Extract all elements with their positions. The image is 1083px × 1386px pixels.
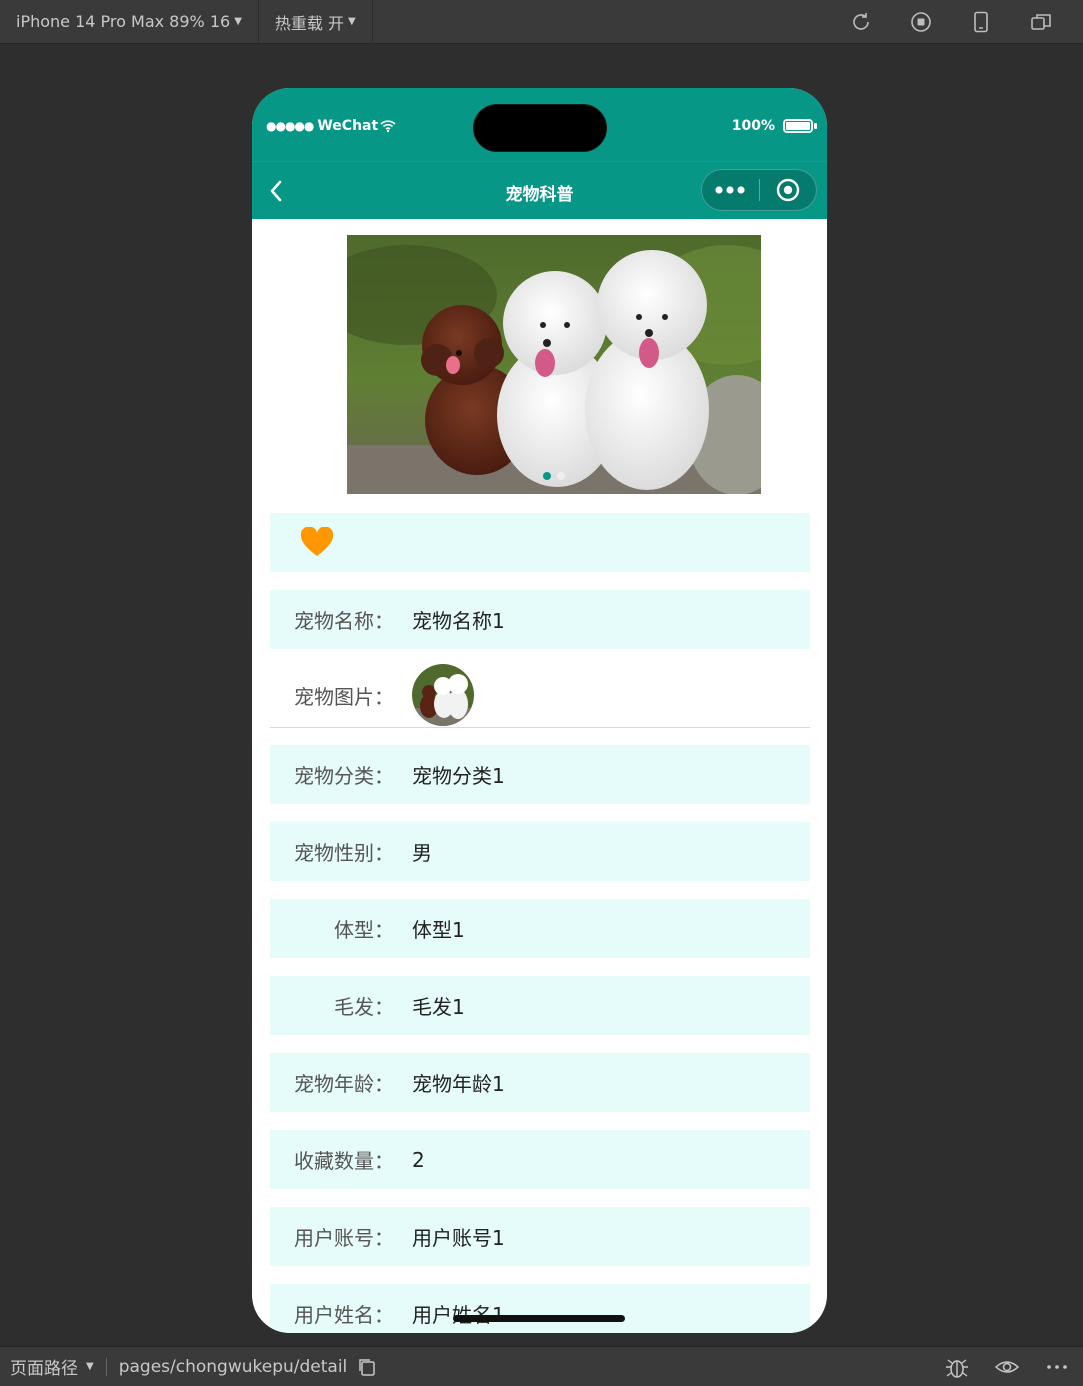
- phone-preview-icon[interactable]: [951, 0, 1011, 44]
- detail-row-pet-image: 宠物图片：: [270, 663, 810, 728]
- field-colon: ：: [374, 841, 394, 865]
- detail-row-favorite-count: 收藏数量： 2: [270, 1130, 810, 1189]
- window-detach-icon[interactable]: [1011, 0, 1071, 44]
- hot-reload-label: 热重载 开: [274, 13, 344, 33]
- chevron-down-icon: ▼: [86, 1361, 94, 1372]
- field-colon: ：: [374, 764, 394, 788]
- copy-icon[interactable]: [357, 1357, 377, 1377]
- chevron-down-icon: ▼: [347, 16, 356, 27]
- dogs-photo: [347, 235, 761, 494]
- field-value: 宠物分类1: [412, 764, 505, 788]
- stop-icon[interactable]: [891, 0, 951, 44]
- field-value: 用户账号1: [412, 1226, 505, 1250]
- detail-row-pet-gender: 宠物性别： 男: [270, 822, 810, 881]
- page-path: pages/chongwukepu/detail: [118, 1356, 348, 1377]
- field-colon: ：: [374, 1072, 394, 1096]
- status-bar: ●●●●● WeChat 100%: [252, 88, 827, 161]
- field-label: 收藏数量: [294, 1149, 374, 1173]
- battery-percent: 100%: [731, 118, 775, 134]
- phone-simulator: ●●●●● WeChat 100% 宠物科普 宠物名称 ： 宠物名称1 宠物图片…: [252, 88, 827, 1333]
- field-label: 宠物年龄: [294, 1072, 374, 1096]
- carrier: ●●●●● WeChat: [266, 118, 396, 134]
- detail-row-body-type: 体型： 体型1: [270, 899, 810, 958]
- favorite-button[interactable]: [300, 526, 334, 557]
- page-path-label: 页面路径: [10, 1359, 78, 1379]
- page-path-dropdown[interactable]: 页面路径 ▼: [0, 1354, 94, 1379]
- field-label: 用户账号: [294, 1226, 374, 1250]
- more-icon[interactable]: [1043, 1353, 1071, 1381]
- indicator-dot[interactable]: [543, 472, 551, 480]
- heart-icon: [300, 526, 334, 556]
- field-label: 宠物分类: [294, 764, 374, 788]
- chevron-down-icon: ▼: [234, 16, 242, 27]
- field-label: 体型: [334, 918, 374, 942]
- debug-bug-icon[interactable]: [943, 1353, 971, 1381]
- field-value: 用户姓名1: [412, 1299, 505, 1328]
- detail-row-pet-name: 宠物名称： 宠物名称1: [270, 590, 810, 649]
- device-selector[interactable]: iPhone 14 Pro Max 89% 16 ▼: [0, 0, 259, 44]
- close-miniprogram-button[interactable]: [759, 169, 816, 211]
- detail-row-user-name: 用户姓名： 用户姓名1: [270, 1284, 810, 1333]
- home-indicator[interactable]: [453, 1315, 625, 1322]
- eye-icon[interactable]: [993, 1353, 1021, 1381]
- signal-icon: ●●●●●: [266, 119, 314, 133]
- indicator-dot[interactable]: [557, 472, 565, 480]
- image-carousel[interactable]: [347, 235, 761, 494]
- field-value: 体型1: [412, 918, 465, 942]
- field-colon: ：: [374, 918, 394, 942]
- field-label: 宠物图片: [294, 684, 374, 709]
- menu-capsule: [701, 169, 817, 211]
- battery-indicator: 100%: [732, 118, 817, 134]
- detail-row-pet-category: 宠物分类： 宠物分类1: [270, 745, 810, 804]
- more-button[interactable]: [702, 169, 759, 211]
- refresh-icon[interactable]: [831, 0, 891, 44]
- field-colon: ：: [374, 1149, 394, 1173]
- wifi-icon: [380, 120, 396, 133]
- detail-row-pet-age: 宠物年龄： 宠物年龄1: [270, 1053, 810, 1112]
- field-label: 毛发: [334, 995, 374, 1019]
- field-value: 男: [412, 841, 432, 865]
- pet-image-thumbnail[interactable]: [412, 664, 474, 726]
- field-label: 宠物名称: [294, 609, 374, 633]
- devtools-toolbar: iPhone 14 Pro Max 89% 16 ▼ 热重载 开 ▼: [0, 0, 1083, 44]
- field-colon: ：: [374, 609, 394, 633]
- more-dots-icon: [715, 186, 745, 194]
- carrier-name: WeChat: [317, 118, 379, 134]
- field-value: 宠物名称1: [412, 609, 505, 633]
- hot-reload-toggle[interactable]: 热重载 开 ▼: [259, 0, 373, 44]
- field-value: 2: [412, 1147, 425, 1172]
- field-colon: ：: [374, 1226, 394, 1250]
- field-colon: ：: [374, 1303, 394, 1327]
- device-label: iPhone 14 Pro Max 89% 16: [16, 12, 231, 31]
- battery-icon: [783, 119, 813, 133]
- field-label: 宠物性别: [294, 841, 374, 865]
- field-value: 宠物年龄1: [412, 1072, 505, 1096]
- target-icon: [776, 178, 799, 202]
- devtools-bottom-bar: 页面路径 ▼ pages/chongwukepu/detail: [0, 1346, 1083, 1386]
- detail-row-user-account: 用户账号： 用户账号1: [270, 1207, 810, 1266]
- field-colon: ：: [374, 684, 394, 709]
- navigation-bar: 宠物科普: [252, 161, 827, 219]
- field-colon: ：: [374, 995, 394, 1019]
- field-value: 毛发1: [412, 995, 465, 1019]
- favorite-row: [270, 513, 810, 572]
- dynamic-island: [473, 104, 607, 152]
- detail-row-fur: 毛发： 毛发1: [270, 976, 810, 1035]
- carousel-indicator: [347, 472, 761, 480]
- field-label: 用户姓名: [294, 1303, 374, 1327]
